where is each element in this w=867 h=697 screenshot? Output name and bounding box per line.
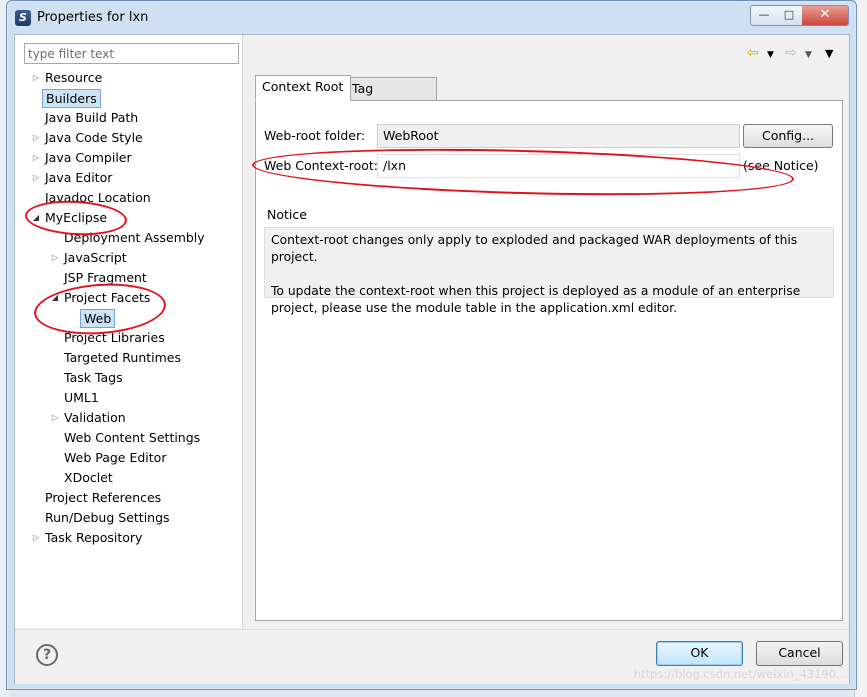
tree-item-project-libraries[interactable]: Project Libraries (15, 328, 242, 348)
tree-item-uml1[interactable]: UML1 (15, 388, 242, 408)
tree-item-java-code-style[interactable]: ▷ Java Code Style (15, 128, 242, 148)
tree-item-web-content-settings[interactable]: Web Content Settings (15, 428, 242, 448)
tree-item-run-debug-settings[interactable]: Run/Debug Settings (15, 508, 242, 528)
watermark-text: https://blog.csdn.net/weixin_43190... (633, 667, 847, 681)
tree-item-label: Project Facets (64, 290, 151, 305)
notice-box: Context-root changes only apply to explo… (264, 227, 834, 315)
tree-item-web[interactable]: Web (15, 308, 242, 328)
expanded-arrow-icon[interactable]: ◢ (31, 208, 41, 228)
title-bar[interactable]: S Properties for lxn — □ ✕ (7, 1, 856, 35)
tree-item-project-facets[interactable]: ◢ Project Facets (15, 288, 242, 308)
help-icon[interactable]: ? (36, 644, 58, 666)
tree-item-jsp-fragment[interactable]: JSP Fragment (15, 268, 242, 288)
property-page-pane: ⇦ ▼ ⇨ ▼ ▼ Context Root Tag Libraries Web… (243, 35, 849, 628)
expanded-arrow-icon[interactable]: ◢ (50, 288, 60, 308)
myeclipse-app-icon: S (15, 10, 31, 26)
config-button[interactable]: Config... (743, 124, 833, 148)
tree-item-javascript[interactable]: ▷ JavaScript (15, 248, 242, 268)
tree-item-deployment-assembly[interactable]: Deployment Assembly (15, 228, 242, 248)
tree-item-label: JavaScript (64, 250, 127, 265)
tree-item-label: Run/Debug Settings (45, 510, 170, 525)
collapsed-arrow-icon[interactable]: ▷ (31, 68, 41, 88)
tree-item-label: Targeted Runtimes (64, 350, 181, 365)
web-root-field: WebRoot (377, 124, 740, 148)
tree-item-label: Deployment Assembly (64, 230, 205, 245)
forward-arrow-icon[interactable]: ⇨ (785, 45, 797, 61)
tree-item-label: Javadoc Location (45, 190, 151, 205)
notice-title: Notice (267, 207, 307, 222)
tree-item-builders[interactable]: Builders (15, 88, 242, 108)
tree-item-java-build-path[interactable]: Java Build Path (15, 108, 242, 128)
tree-item-label: MyEclipse (45, 210, 108, 225)
tree-item-targeted-runtimes[interactable]: Targeted Runtimes (15, 348, 242, 368)
tree-item-validation[interactable]: ▷ Validation (15, 408, 242, 428)
tree-item-label: XDoclet (64, 470, 113, 485)
tree-item-label: Task Tags (64, 370, 123, 385)
tree-item-web-page-editor[interactable]: Web Page Editor (15, 448, 242, 468)
tree-item-label: Web Content Settings (64, 430, 201, 445)
web-root-label: Web-root folder: (264, 128, 366, 143)
close-button[interactable]: ✕ (802, 5, 849, 26)
tree-item-myeclipse[interactable]: ◢ MyEclipse (15, 208, 242, 228)
property-tree-pane: ▷ Resource Builders Java Build Path ▷ Java Co… (15, 35, 243, 628)
tree-item-label: Validation (64, 410, 126, 425)
context-root-input[interactable]: /lxn (377, 154, 740, 178)
tab-context-root[interactable]: Context Root (255, 75, 351, 101)
context-root-panel: Web-root folder: WebRoot Config... Web C… (255, 100, 843, 621)
back-dropdown-icon[interactable]: ▼ (767, 47, 774, 63)
view-menu-icon[interactable]: ▼ (825, 46, 833, 62)
navigation-toolbar: ⇦ ▼ ⇨ ▼ ▼ (747, 45, 843, 63)
tree-item-project-references[interactable]: Project References (15, 488, 242, 508)
tree-item-task-tags[interactable]: Task Tags (15, 368, 242, 388)
tree-item-javadoc-location[interactable]: Javadoc Location (15, 188, 242, 208)
window-title: Properties for lxn (37, 10, 149, 25)
dialog-client-area: ▷ Resource Builders Java Build Path ▷ Java Co… (14, 34, 850, 684)
tree-item-label: Java Code Style (45, 130, 143, 145)
properties-dialog: S Properties for lxn — □ ✕ ▷ Resource Buil… (6, 0, 857, 690)
filter-input[interactable] (24, 43, 239, 64)
see-notice-text: (see Notice) (743, 158, 819, 173)
tree-item-label: Builders (42, 89, 101, 108)
maximize-button[interactable]: □ (776, 5, 803, 26)
cancel-button[interactable]: Cancel (756, 641, 843, 666)
tree-item-label: Project Libraries (64, 330, 165, 345)
tree-item-java-compiler[interactable]: ▷ Java Compiler (15, 148, 242, 168)
tree-item-label: Java Editor (45, 170, 113, 185)
collapsed-arrow-icon[interactable]: ▷ (31, 128, 41, 148)
tree-item-label: Project References (45, 490, 162, 505)
tree-item-label: Resource (45, 70, 103, 85)
collapsed-arrow-icon[interactable]: ▷ (31, 528, 41, 548)
collapsed-arrow-icon[interactable]: ▷ (31, 148, 41, 168)
tree-item-label: Web Page Editor (64, 450, 167, 465)
tree-item-task-repository[interactable]: ▷ Task Repository (15, 528, 242, 548)
collapsed-arrow-icon[interactable]: ▷ (31, 168, 41, 188)
forward-dropdown-icon[interactable]: ▼ (805, 47, 812, 63)
tree-item-label: Java Build Path (45, 110, 139, 125)
tree-item-label: JSP Fragment (64, 270, 147, 285)
tree-item-resource[interactable]: ▷ Resource (15, 68, 242, 88)
collapsed-arrow-icon[interactable]: ▷ (50, 408, 60, 428)
tree-item-java-editor[interactable]: ▷ Java Editor (15, 168, 242, 188)
ok-button[interactable]: OK (656, 641, 743, 666)
tab-tag-libraries[interactable]: Tag Libraries (345, 77, 437, 118)
collapsed-arrow-icon[interactable]: ▷ (50, 248, 60, 268)
tree-item-label: Task Repository (45, 530, 143, 545)
tree-item-label: Web (80, 309, 116, 328)
tree-item-xdoclet[interactable]: XDoclet (15, 468, 242, 488)
notice-paragraph-1: Context-root changes only apply to explo… (271, 233, 798, 264)
back-arrow-icon[interactable]: ⇦ (747, 45, 759, 61)
tree-item-label: UML1 (64, 390, 99, 405)
minimize-button[interactable]: — (750, 5, 778, 26)
tree-item-label: Java Compiler (45, 150, 132, 165)
notice-paragraph-2: To update the context-root when this pro… (271, 284, 801, 315)
context-root-label: Web Context-root: (264, 158, 378, 173)
